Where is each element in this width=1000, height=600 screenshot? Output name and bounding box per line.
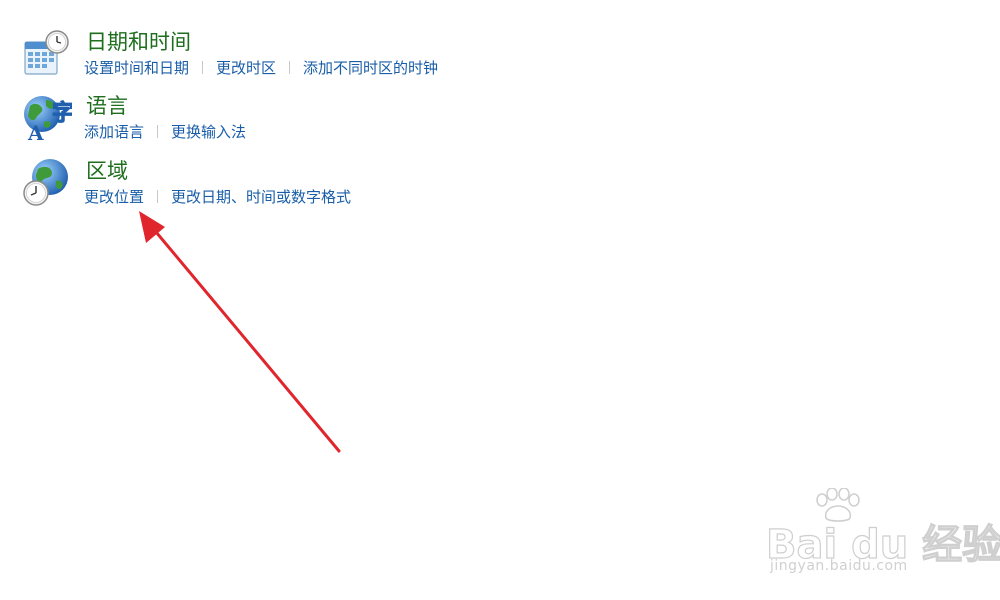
- baidu-jingyan-watermark: Bai du 经验 jingyan.baidu.com: [760, 488, 1000, 578]
- watermark-url: jingyan.baidu.com: [770, 558, 908, 574]
